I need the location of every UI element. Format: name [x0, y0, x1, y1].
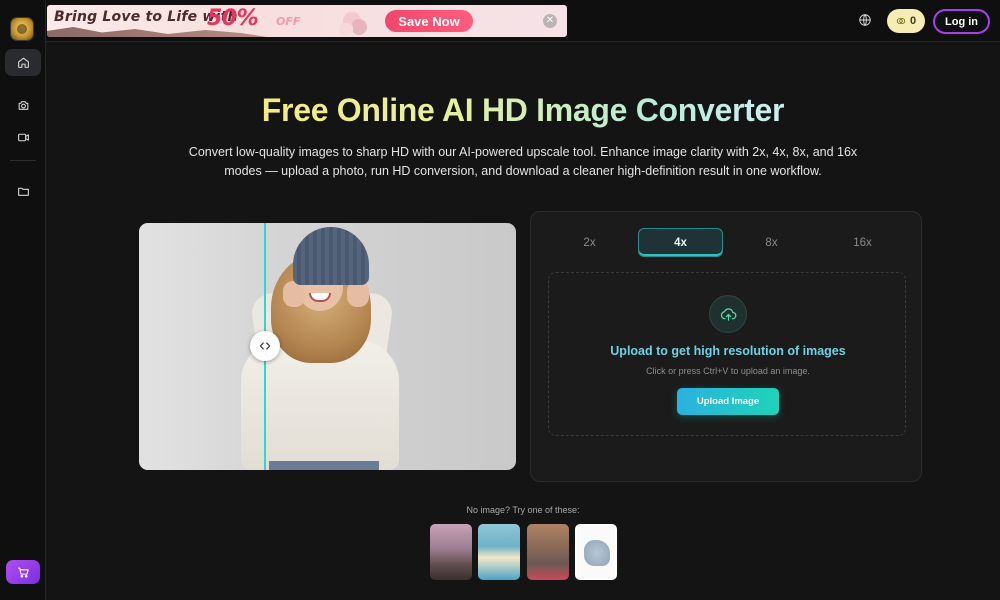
credits-badge[interactable]: 0	[887, 9, 925, 33]
files-nav-button[interactable]	[8, 178, 38, 204]
page-title: Free Online AI HD Image Converter	[46, 92, 1000, 129]
sample-thumbnail[interactable]	[575, 524, 617, 580]
camera-icon	[18, 100, 28, 110]
promo-banner[interactable]: Bring Love to Life with 50% OFF Save Now…	[47, 5, 567, 37]
save-now-button[interactable]: Save Now	[385, 10, 473, 32]
tab-8x[interactable]: 8x	[729, 228, 814, 257]
samples-label: No image? Try one of these:	[466, 505, 580, 515]
folder-icon	[17, 187, 29, 196]
cart-icon	[17, 567, 29, 578]
app-logo[interactable]	[11, 18, 33, 40]
sidebar-divider	[10, 160, 36, 161]
upscale-panel: 2x 4x 8x 16x Upload to get high resoluti…	[530, 211, 922, 482]
sample-thumbnail[interactable]	[527, 524, 569, 580]
cart-button[interactable]	[6, 560, 40, 584]
promo-off-label: OFF	[276, 15, 301, 28]
home-icon	[17, 57, 29, 68]
video-nav-button[interactable]	[8, 124, 38, 150]
tab-16x[interactable]: 16x	[820, 228, 905, 257]
sample-thumbnail[interactable]	[430, 524, 472, 580]
upload-title: Upload to get high resolution of images	[610, 344, 846, 358]
before-after-preview[interactable]	[139, 223, 516, 470]
upload-dropzone[interactable]: Upload to get high resolution of images …	[548, 272, 906, 436]
sample-thumbnail[interactable]	[478, 524, 520, 580]
upload-hint: Click or press Ctrl+V to upload an image…	[646, 366, 810, 376]
promo-percent: 50%	[207, 6, 259, 31]
page-subtitle: Convert low-quality images to sharp HD w…	[188, 145, 858, 178]
login-button[interactable]: Log in	[933, 9, 990, 34]
upload-icon-badge	[709, 295, 747, 333]
sidebar	[0, 0, 46, 600]
close-icon[interactable]: ✕	[543, 14, 557, 28]
upload-image-button[interactable]: Upload Image	[677, 388, 779, 415]
compare-slider-handle[interactable]	[250, 331, 280, 361]
video-icon	[17, 133, 29, 141]
photo-nav-button[interactable]	[8, 92, 38, 118]
language-button[interactable]	[858, 13, 874, 29]
top-bar: Bring Love to Life with 50% OFF Save Now…	[46, 0, 1000, 42]
page-title-text: Free Online AI HD Image Converter	[261, 92, 785, 128]
credits-count: 0	[909, 15, 917, 27]
tab-4x[interactable]: 4x	[638, 228, 723, 257]
chevron-left-right-icon	[259, 342, 271, 350]
tab-2x[interactable]: 2x	[547, 228, 632, 257]
promo-illustration	[337, 7, 369, 37]
cloud-upload-icon	[720, 307, 736, 321]
home-nav-button[interactable]	[5, 49, 41, 76]
globe-icon	[859, 14, 871, 26]
credits-icon	[896, 18, 906, 24]
